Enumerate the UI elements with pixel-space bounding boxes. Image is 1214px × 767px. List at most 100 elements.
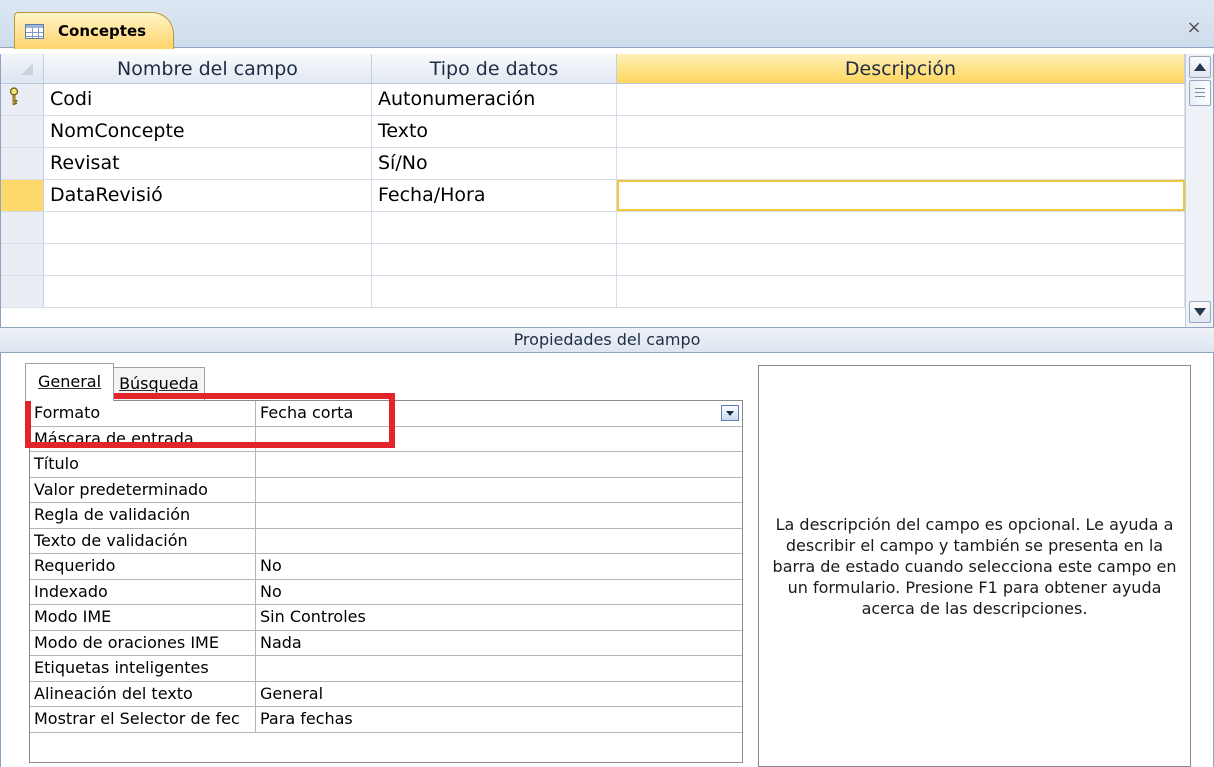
property-value[interactable] xyxy=(256,427,742,452)
property-value[interactable]: General xyxy=(256,682,742,707)
tab-general[interactable]: General xyxy=(25,363,115,401)
property-row[interactable]: Texto de validación xyxy=(30,528,742,554)
property-name: Texto de validación xyxy=(30,528,256,553)
property-row[interactable]: Máscara de entrada xyxy=(30,426,742,452)
table-row[interactable]: Revisat Sí/No xyxy=(1,148,1185,180)
field-name-cell[interactable] xyxy=(44,244,372,275)
property-value[interactable]: Para fechas xyxy=(256,707,742,732)
data-type-cell[interactable]: Sí/No xyxy=(372,148,617,179)
property-name: Modo IME xyxy=(30,605,256,630)
tab-general-label: General xyxy=(38,372,102,391)
data-type-cell[interactable]: Fecha/Hora xyxy=(372,180,617,211)
property-name: Regla de validación xyxy=(30,503,256,528)
document-tab-strip: Conceptes × xyxy=(0,0,1214,49)
property-value[interactable] xyxy=(256,452,742,477)
scroll-up-button[interactable] xyxy=(1189,56,1211,78)
field-name-cell[interactable] xyxy=(44,212,372,243)
field-name-cell[interactable]: Revisat xyxy=(44,148,372,179)
column-header-data-type[interactable]: Tipo de datos xyxy=(372,54,617,83)
property-name: Valor predeterminado xyxy=(30,477,256,502)
property-value[interactable]: No xyxy=(256,554,742,579)
data-type-cell[interactable] xyxy=(372,276,617,307)
table-row[interactable]: DataRevisió Fecha/Hora xyxy=(1,180,1185,212)
property-name: Modo de oraciones IME xyxy=(30,630,256,655)
property-value[interactable]: No xyxy=(256,580,742,605)
property-name: Mostrar el Selector de fec xyxy=(30,707,256,732)
property-row[interactable]: Modo de oraciones IME Nada xyxy=(30,630,742,656)
property-row[interactable]: Mostrar el Selector de fec Para fechas xyxy=(30,707,742,733)
property-value[interactable] xyxy=(256,656,742,681)
description-cell[interactable] xyxy=(617,212,1185,243)
table-row-empty[interactable] xyxy=(1,244,1185,276)
property-name: Requerido xyxy=(30,554,256,579)
property-row[interactable]: Indexado No xyxy=(30,579,742,605)
close-icon[interactable]: × xyxy=(1184,18,1204,38)
field-name-cell[interactable]: Codi xyxy=(44,84,372,115)
description-cell[interactable] xyxy=(617,84,1185,115)
property-row-formato[interactable]: Formato Fecha corta xyxy=(30,401,742,427)
property-value[interactable] xyxy=(256,529,742,554)
description-cell-focused[interactable] xyxy=(617,180,1185,211)
scroll-down-button[interactable] xyxy=(1189,301,1211,323)
tab-busqueda[interactable]: Búsqueda xyxy=(113,367,205,401)
table-design-grid: Nombre del campo Tipo de datos Descripci… xyxy=(0,54,1214,327)
property-row[interactable]: Etiquetas inteligentes xyxy=(30,656,742,682)
row-selector[interactable] xyxy=(1,212,44,243)
property-value[interactable]: Sin Controles xyxy=(256,605,742,630)
properties-table: Formato Fecha corta Máscara de entrada T… xyxy=(29,400,743,763)
document-tab-conceptes[interactable]: Conceptes xyxy=(14,12,174,49)
table-row[interactable]: Codi Autonumeración xyxy=(1,84,1185,116)
chevron-down-icon xyxy=(726,410,734,416)
field-name-cell[interactable]: NomConcepte xyxy=(44,116,372,147)
select-all-corner[interactable] xyxy=(1,54,44,83)
primary-key-icon xyxy=(9,87,19,105)
grid-rows: Codi Autonumeración NomConcepte Texto Re… xyxy=(1,84,1185,308)
row-selector[interactable] xyxy=(1,84,44,115)
field-properties-panel: General Búsqueda Formato Fecha corta Más… xyxy=(0,353,1214,767)
property-name: Etiquetas inteligentes xyxy=(30,656,256,681)
property-name: Indexado xyxy=(30,579,256,604)
field-properties-header: Propiedades del campo xyxy=(0,327,1214,353)
field-name-cell[interactable] xyxy=(44,276,372,307)
data-type-cell[interactable] xyxy=(372,244,617,275)
table-row-empty[interactable] xyxy=(1,212,1185,244)
property-row[interactable]: Requerido No xyxy=(30,554,742,580)
field-name-cell[interactable]: DataRevisió xyxy=(44,180,372,211)
grid-header: Nombre del campo Tipo de datos Descripci… xyxy=(1,54,1185,84)
row-selector-current[interactable] xyxy=(1,180,44,211)
property-value[interactable] xyxy=(256,478,742,503)
property-row[interactable]: Regla de validación xyxy=(30,503,742,529)
property-row[interactable]: Valor predeterminado xyxy=(30,477,742,503)
row-selector[interactable] xyxy=(1,116,44,147)
property-value[interactable]: Nada xyxy=(256,631,742,656)
column-header-description[interactable]: Descripción xyxy=(617,54,1185,83)
property-row[interactable]: Alineación del texto General xyxy=(30,681,742,707)
property-name: Alineación del texto xyxy=(30,681,256,706)
properties-tabs: General Búsqueda xyxy=(25,363,205,401)
property-value-formato[interactable]: Fecha corta xyxy=(256,401,742,426)
description-cell[interactable] xyxy=(617,276,1185,307)
row-selector[interactable] xyxy=(1,276,44,307)
property-value[interactable] xyxy=(256,503,742,528)
description-cell[interactable] xyxy=(617,244,1185,275)
property-row[interactable]: Modo IME Sin Controles xyxy=(30,605,742,631)
scroll-thumb[interactable] xyxy=(1189,80,1211,106)
grid-vertical-scrollbar[interactable] xyxy=(1185,54,1213,327)
description-cell[interactable] xyxy=(617,148,1185,179)
document-tab-label: Conceptes xyxy=(58,22,147,40)
column-header-field-name[interactable]: Nombre del campo xyxy=(44,54,372,83)
table-row-empty[interactable] xyxy=(1,276,1185,308)
data-type-cell[interactable]: Texto xyxy=(372,116,617,147)
table-icon xyxy=(25,23,44,39)
data-type-cell[interactable] xyxy=(372,212,617,243)
tab-busqueda-label: Búsqueda xyxy=(119,374,199,393)
table-row[interactable]: NomConcepte Texto xyxy=(1,116,1185,148)
format-dropdown-button[interactable] xyxy=(721,405,739,421)
row-selector[interactable] xyxy=(1,244,44,275)
property-help-panel: La descripción del campo es opcional. Le… xyxy=(758,365,1191,767)
row-selector[interactable] xyxy=(1,148,44,179)
data-type-cell[interactable]: Autonumeración xyxy=(372,84,617,115)
property-name: Formato xyxy=(30,401,256,426)
description-cell[interactable] xyxy=(617,116,1185,147)
property-row[interactable]: Título xyxy=(30,452,742,478)
